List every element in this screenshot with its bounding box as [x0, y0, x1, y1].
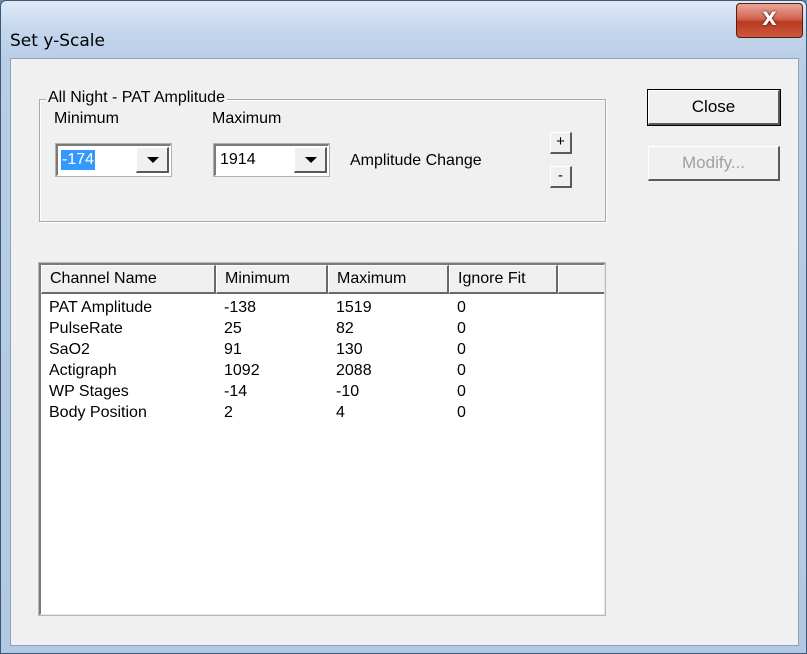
groupbox-title: All Night - PAT Amplitude — [46, 89, 227, 107]
column-header-minimum[interactable]: Minimum — [216, 265, 328, 294]
cell-minimum: 91 — [224, 341, 242, 358]
channel-listview[interactable]: Channel Name Minimum Maximum Ignore Fit … — [38, 262, 606, 616]
title-bar[interactable]: Set y-Scale X — [1, 1, 806, 57]
cell-channel-name: SaO2 — [49, 341, 90, 358]
column-header-ignore-fit[interactable]: Ignore Fit — [449, 265, 558, 294]
cell-ignore-fit: 0 — [457, 341, 466, 358]
cell-channel-name: PulseRate — [49, 320, 123, 337]
maximum-value[interactable]: 1914 — [219, 150, 257, 170]
cell-minimum: -14 — [224, 383, 248, 400]
listview-body: PAT Amplitude -138 1519 0 PulseRate 25 8… — [41, 297, 604, 423]
amplitude-decrease-button[interactable]: - — [550, 166, 572, 188]
column-header-channel-name[interactable]: Channel Name — [41, 265, 216, 294]
listview-header: Channel Name Minimum Maximum Ignore Fit — [41, 265, 604, 294]
cell-channel-name: WP Stages — [49, 383, 129, 400]
table-row[interactable]: WP Stages -14 -10 0 — [41, 381, 604, 402]
modify-button[interactable]: Modify... — [648, 146, 780, 181]
chevron-down-icon — [147, 157, 159, 163]
cell-maximum: 1519 — [336, 299, 372, 316]
cell-maximum: 82 — [336, 320, 354, 337]
table-row[interactable]: Body Position 2 4 0 — [41, 402, 604, 423]
cell-maximum: 2088 — [336, 362, 372, 379]
cell-maximum: 130 — [336, 341, 363, 358]
chevron-down-icon — [305, 157, 317, 163]
table-row[interactable]: Actigraph 1092 2088 0 — [41, 360, 604, 381]
close-icon: X — [762, 8, 777, 30]
cell-ignore-fit: 0 — [457, 362, 466, 379]
table-row[interactable]: PulseRate 25 82 0 — [41, 318, 604, 339]
cell-channel-name: Body Position — [49, 404, 147, 421]
amplitude-increase-button[interactable]: + — [550, 132, 572, 154]
minimum-dropdown-button[interactable] — [136, 147, 169, 173]
cell-ignore-fit: 0 — [457, 383, 466, 400]
cell-minimum: 25 — [224, 320, 242, 337]
window-title: Set y-Scale — [10, 31, 105, 51]
maximum-label: Maximum — [212, 110, 282, 127]
minimum-value[interactable]: -174 — [61, 150, 96, 170]
cell-ignore-fit: 0 — [457, 320, 466, 337]
column-header-maximum[interactable]: Maximum — [328, 265, 449, 294]
table-row[interactable]: PAT Amplitude -138 1519 0 — [41, 297, 604, 318]
cell-channel-name: PAT Amplitude — [49, 299, 153, 316]
cell-minimum: 2 — [224, 404, 233, 421]
minimum-combobox[interactable]: -174 — [55, 143, 172, 177]
cell-ignore-fit: 0 — [457, 404, 466, 421]
maximum-combobox[interactable]: 1914 — [213, 143, 330, 177]
column-header-filler — [558, 265, 604, 294]
dialog-window: Set y-Scale X All Night - PAT Amplitude … — [0, 0, 807, 654]
amplitude-groupbox: All Night - PAT Amplitude Minimum Maximu… — [39, 89, 606, 222]
close-button[interactable]: Close — [647, 89, 781, 126]
cell-channel-name: Actigraph — [49, 362, 117, 379]
cell-minimum: 1092 — [224, 362, 260, 379]
maximum-dropdown-button[interactable] — [294, 147, 327, 173]
cell-minimum: -138 — [224, 299, 257, 316]
table-row[interactable]: SaO2 91 130 0 — [41, 339, 604, 360]
cell-maximum: 4 — [336, 404, 345, 421]
window-close-button[interactable]: X — [736, 3, 803, 38]
minimum-label: Minimum — [54, 110, 119, 127]
cell-maximum: -10 — [336, 383, 360, 400]
cell-ignore-fit: 0 — [457, 299, 466, 316]
dialog-client-area: All Night - PAT Amplitude Minimum Maximu… — [10, 58, 799, 646]
amplitude-change-label: Amplitude Change — [350, 152, 482, 169]
